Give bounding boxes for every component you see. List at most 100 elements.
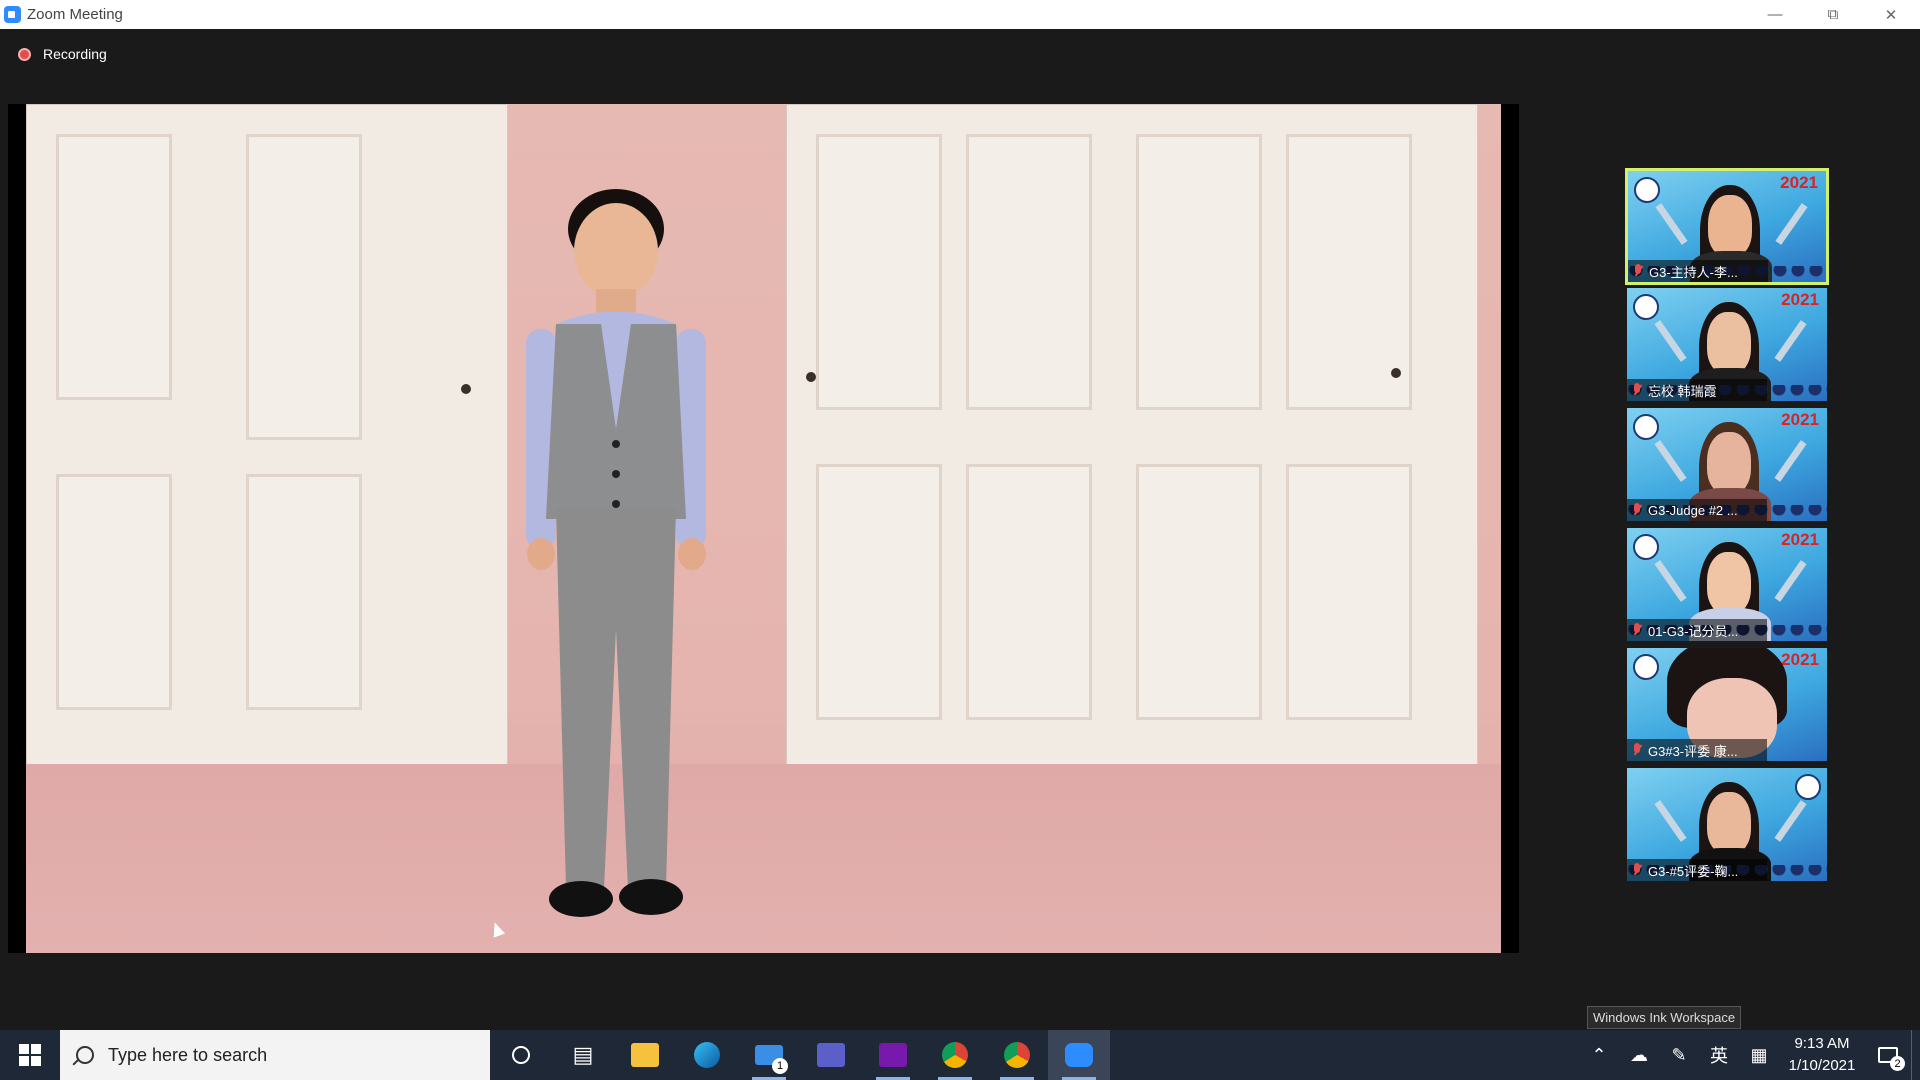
start-button[interactable] — [0, 1030, 60, 1080]
school-logo-icon — [1633, 534, 1659, 560]
search-box[interactable]: Type here to search — [60, 1030, 490, 1080]
edge-icon — [694, 1042, 720, 1068]
participant-name-bar: 忘校 韩瑞霞 — [1627, 379, 1767, 401]
event-year: 2021 — [1781, 410, 1819, 429]
participant-tile[interactable]: G3-#5评委-鞠... — [1627, 768, 1827, 881]
show-desktop-button[interactable] — [1911, 1030, 1920, 1080]
clock-time: 9:13 AM — [1794, 1035, 1850, 1052]
participant-name: 01-G3-记分员... — [1648, 623, 1739, 639]
zoom-app-icon — [4, 6, 21, 23]
mic-muted-icon — [1633, 264, 1643, 278]
participant-name-bar: G3#3-评委 康... — [1627, 739, 1767, 761]
chrome-profile-button[interactable] — [986, 1030, 1048, 1080]
windows-logo-icon — [19, 1044, 41, 1066]
event-year: 2021 — [1780, 173, 1818, 192]
close-button[interactable]: ✕ — [1862, 0, 1920, 29]
floor — [26, 764, 1501, 953]
participant-name: G3-Judge #2 ... — [1648, 502, 1738, 518]
door-knob — [1391, 368, 1401, 378]
active-speaker-video[interactable] — [8, 104, 1519, 953]
participant-name: 忘校 韩瑞霞 — [1648, 383, 1717, 399]
chevron-up-icon: ⌃ — [1591, 1044, 1607, 1065]
taskbar: Type here to search ▤ 1 ⌃ ☁ ✎ 英 ▦ 9:13 A… — [0, 1030, 1920, 1080]
teams-button[interactable] — [800, 1030, 862, 1080]
recording-label: Recording — [43, 46, 107, 62]
ime-mode-button[interactable]: ▦ — [1739, 1030, 1779, 1080]
zoom-button[interactable] — [1048, 1030, 1110, 1080]
participant-tile[interactable]: 2021 G3-Judge #2 ... — [1627, 408, 1827, 521]
task-view-icon: ▤ — [572, 1042, 594, 1067]
action-center-button[interactable]: 2 — [1865, 1030, 1911, 1080]
folder-icon — [631, 1043, 659, 1067]
chrome-icon — [1004, 1042, 1030, 1068]
system-tray: ⌃ ☁ ✎ 英 ▦ 9:13 AM 1/10/2021 2 — [1579, 1030, 1920, 1080]
chrome-button[interactable] — [924, 1030, 986, 1080]
door-knob — [806, 372, 816, 382]
door-panel — [56, 134, 172, 400]
mic-muted-icon — [1632, 503, 1642, 517]
door-panel — [1286, 464, 1412, 720]
tooltip-windows-ink: Windows Ink Workspace — [1587, 1006, 1742, 1029]
minimize-icon: — — [1767, 6, 1783, 23]
mic-muted-icon — [1632, 863, 1642, 877]
ime-grid-icon: ▦ — [1750, 1044, 1768, 1065]
search-icon — [76, 1046, 94, 1064]
windows-ink-button[interactable]: ✎ — [1659, 1030, 1699, 1080]
show-hidden-icons-button[interactable]: ⌃ — [1579, 1030, 1619, 1080]
chrome-icon — [942, 1042, 968, 1068]
notification-count: 2 — [1890, 1056, 1905, 1071]
participant-tile[interactable]: 2021 忘校 韩瑞霞 — [1627, 288, 1827, 401]
participant-name-bar: G3-主持人-李... — [1628, 260, 1768, 282]
onenote-icon — [879, 1043, 907, 1067]
restore-button[interactable]: ⧉ — [1804, 0, 1862, 29]
participant-name: G3#3-评委 康... — [1648, 743, 1738, 759]
file-explorer-button[interactable] — [614, 1030, 676, 1080]
speaker-person — [526, 189, 706, 917]
clock[interactable]: 9:13 AM 1/10/2021 — [1779, 1033, 1865, 1077]
mic-muted-icon — [1632, 383, 1642, 397]
onenote-button[interactable] — [862, 1030, 924, 1080]
window-title: Zoom Meeting — [27, 6, 123, 23]
video-scene — [26, 104, 1501, 953]
minimize-button[interactable]: — — [1746, 0, 1804, 29]
recording-dot-icon — [18, 47, 31, 61]
cloud-icon: ☁ — [1630, 1044, 1648, 1065]
door-panel — [1136, 134, 1262, 410]
participant-name: G3-#5评委-鞠... — [1648, 863, 1739, 879]
door-panel — [246, 474, 362, 710]
restore-icon: ⧉ — [1827, 6, 1839, 23]
ime-label: 英 — [1710, 1046, 1728, 1066]
door-panel — [246, 134, 362, 440]
onedrive-button[interactable]: ☁ — [1619, 1030, 1659, 1080]
mic-muted-icon — [1632, 743, 1642, 757]
school-logo-icon — [1633, 294, 1659, 320]
mail-button[interactable]: 1 — [738, 1030, 800, 1080]
recording-indicator[interactable]: Recording — [18, 46, 107, 62]
edge-button[interactable] — [676, 1030, 738, 1080]
search-placeholder: Type here to search — [108, 1044, 268, 1065]
participant-name-bar: 01-G3-记分员... — [1627, 619, 1767, 641]
participant-name: G3-主持人-李... — [1649, 264, 1738, 280]
door-panel — [816, 464, 942, 720]
door-panel — [56, 474, 172, 710]
participant-name-bar: G3-Judge #2 ... — [1627, 499, 1767, 521]
event-year: 2021 — [1781, 650, 1819, 669]
participant-tile[interactable]: 2021 01-G3-记分员... — [1627, 528, 1827, 641]
mail-badge: 1 — [772, 1058, 788, 1074]
cortana-icon — [512, 1046, 530, 1064]
title-bar: Zoom Meeting — ⧉ ✕ — [0, 0, 1920, 29]
participant-tile[interactable]: 2021 G3#3-评委 康... — [1627, 648, 1827, 761]
ime-button[interactable]: 英 — [1699, 1030, 1739, 1080]
door-panel — [1136, 464, 1262, 720]
door-panel — [966, 134, 1092, 410]
school-logo-icon — [1633, 654, 1659, 680]
door-knob — [461, 384, 471, 394]
task-view-button[interactable]: ▤ — [552, 1030, 614, 1080]
participant-tile[interactable]: 2021 G3-主持人-李... — [1625, 168, 1829, 285]
teams-icon — [817, 1043, 845, 1067]
cortana-button[interactable] — [490, 1030, 552, 1080]
close-icon: ✕ — [1884, 6, 1898, 24]
meeting-stage: Recording 2021 G3-主持人-李... 2021 忘校 韩瑞霞 2… — [0, 29, 1920, 1026]
school-logo-icon — [1633, 414, 1659, 440]
school-logo-icon — [1634, 177, 1660, 203]
